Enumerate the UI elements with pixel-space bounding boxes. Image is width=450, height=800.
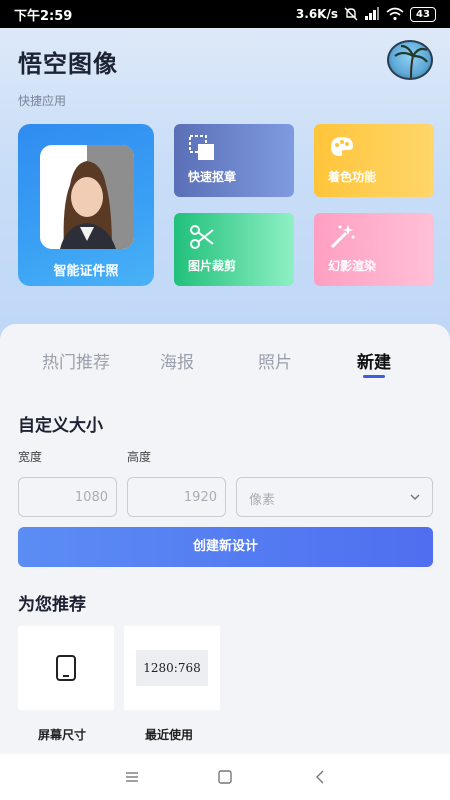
phantom-render-tile[interactable]: 幻影渲染 — [314, 213, 434, 286]
recent-used-label: 最近使用 — [145, 728, 194, 742]
wifi-icon — [386, 7, 404, 21]
coloring-tile[interactable]: 着色功能 — [314, 124, 434, 197]
network-speed: 3.6K/s — [295, 7, 338, 21]
quick-cutout-label: 快速抠章 — [188, 170, 237, 184]
cutout-icon — [189, 135, 214, 160]
app-title: 悟空图像 — [18, 50, 118, 78]
height-label: 高度 — [127, 450, 152, 464]
chevron-down-icon — [410, 494, 420, 501]
palette-icon — [331, 137, 353, 156]
home-icon[interactable] — [215, 767, 235, 787]
battery-indicator: 43 — [410, 6, 436, 22]
menu-icon[interactable] — [122, 767, 142, 787]
tab-poster[interactable]: 海报 — [160, 348, 194, 373]
width-label: 宽度 — [18, 450, 43, 464]
phantom-render-label: 幻影渲染 — [328, 259, 377, 273]
width-input[interactable] — [18, 477, 117, 517]
id-photo-label: 智能证件照 — [53, 264, 119, 279]
palm-tree-icon — [394, 44, 428, 78]
tab-photo[interactable]: 照片 — [258, 348, 292, 373]
id-photo-portrait — [40, 145, 134, 249]
id-photo-card[interactable]: 智能证件照 — [18, 124, 154, 286]
back-icon[interactable] — [310, 767, 330, 787]
recent-ratio: 1280:768 — [136, 650, 208, 686]
category-tabs: 热门推荐 海报 照片 新建 — [0, 348, 450, 384]
custom-size-heading: 自定义大小 — [18, 416, 103, 436]
avatar[interactable] — [387, 40, 433, 80]
quick-apps-caption: 快捷应用 — [18, 94, 67, 108]
unit-select[interactable]: 像素 — [236, 477, 433, 517]
status-indicators: 3.6K/s 43 — [295, 6, 436, 22]
image-crop-tile[interactable]: 图片裁剪 — [174, 213, 294, 286]
status-bar: 下午2:59 3.6K/s 43 — [0, 0, 450, 28]
active-tab-indicator — [363, 375, 385, 378]
recent-used-card[interactable]: 1280:768 — [124, 626, 220, 710]
tab-new[interactable]: 新建 — [357, 348, 391, 373]
scissors-icon — [190, 225, 214, 249]
height-input[interactable] — [127, 477, 226, 517]
screen-size-card[interactable] — [18, 626, 114, 710]
status-time: 下午2:59 — [14, 8, 73, 24]
recommend-heading: 为您推荐 — [18, 595, 86, 615]
tablet-icon — [56, 655, 76, 681]
quick-cutout-tile[interactable]: 快速抠章 — [174, 124, 294, 197]
system-nav-bar — [0, 754, 450, 800]
unit-select-value: 像素 — [249, 493, 276, 508]
coloring-label: 着色功能 — [328, 170, 377, 184]
screen-size-label: 屏幕尺寸 — [38, 728, 87, 742]
signal-icon — [365, 7, 379, 20]
magic-wand-icon — [330, 225, 355, 249]
image-crop-label: 图片裁剪 — [188, 259, 237, 273]
create-design-button[interactable]: 创建新设计 — [18, 527, 433, 567]
mute-icon — [344, 7, 358, 21]
tab-hot[interactable]: 热门推荐 — [42, 348, 110, 373]
